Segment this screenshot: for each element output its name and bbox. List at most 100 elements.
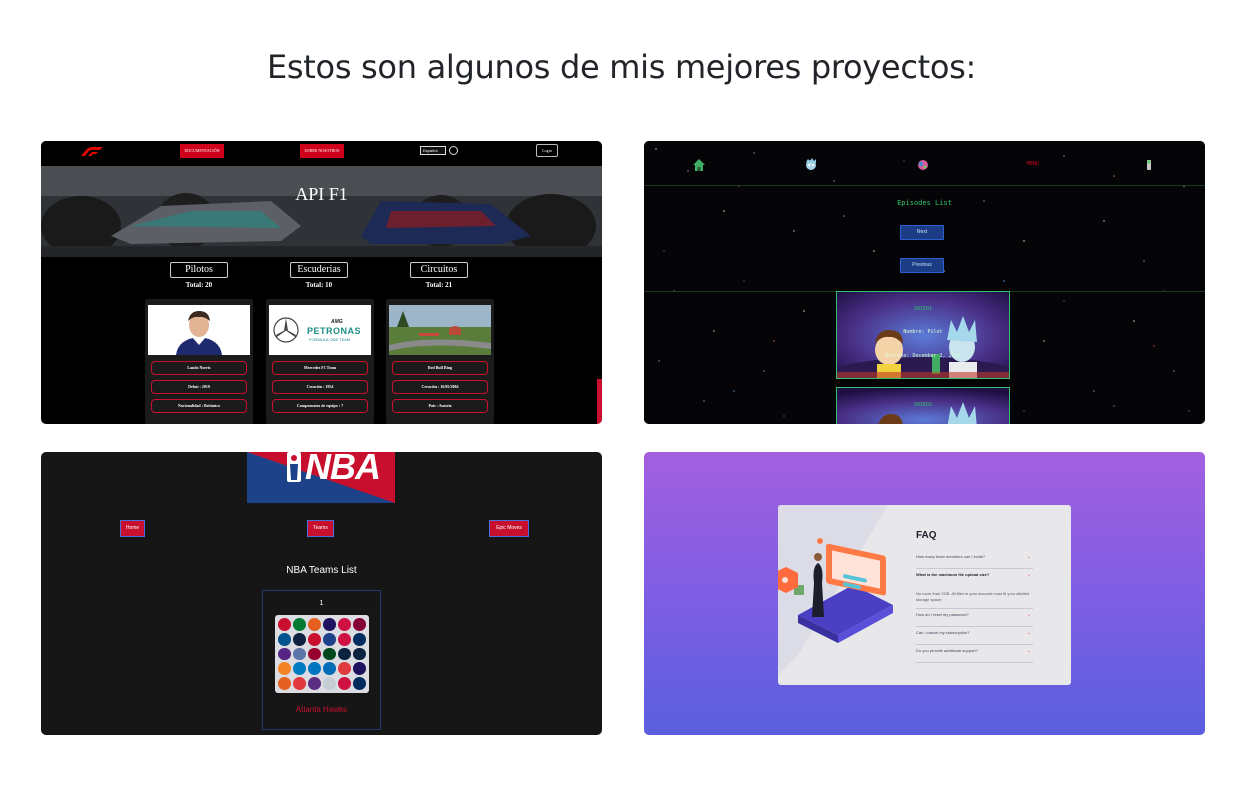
team-logo-icon [293, 662, 306, 676]
tab-pilotos[interactable]: Pilotos [170, 262, 228, 278]
team-logo-icon [323, 662, 336, 676]
chevron-down-icon: ⌄ [1026, 554, 1031, 560]
team-logo-icon [278, 632, 291, 646]
team-logo-icon [278, 647, 291, 661]
team-logo-icon [323, 677, 336, 690]
rick-face-icon[interactable] [804, 158, 818, 172]
planet-icon[interactable] [916, 158, 930, 172]
f1-logo-icon [81, 147, 103, 156]
project-card-f1[interactable]: DOCUMENTACIÓN SOBRE NOSOTROS Español Log… [41, 141, 602, 424]
team-logo-icon [293, 618, 306, 631]
f1-hero-image [41, 166, 602, 257]
faq-item-expanded[interactable]: What is the maximum file upload size? ⌄ [916, 569, 1033, 587]
mercedes-logo-text: PETRONAS [307, 326, 362, 336]
team-creation: Creación : 1954 [272, 380, 368, 394]
team-logo-icon [353, 632, 366, 646]
project-card-nba[interactable]: NBA Home Teams Epic Moves NBA Teams List… [41, 452, 602, 735]
faq-question: What is the maximum file upload size? [916, 572, 990, 577]
nba-logo: NBA [247, 452, 395, 503]
team-logo-icon [323, 647, 336, 661]
f1-hero-title: API F1 [295, 184, 348, 204]
driver-card[interactable]: Lando Norris Debut : 2019 Nacionalidad :… [145, 299, 253, 424]
faq-item[interactable]: How many team members can I invite? ⌄ [916, 551, 1033, 569]
circuit-creation: Creación : 16/05/2004 [392, 380, 488, 394]
chevron-down-icon: ⌄ [1026, 630, 1031, 636]
starfield-background [644, 141, 1205, 424]
tab-circuitos[interactable]: Circuitos [410, 262, 468, 278]
team-card[interactable]: 1 Atlanta Hawks [262, 590, 381, 730]
f1-navbar: DOCUMENTACIÓN SOBRE NOSOTROS Español Log… [41, 141, 602, 166]
faq-item[interactable]: Do you provide additional support? ⌄ [916, 645, 1033, 663]
f1-cars-illustration [41, 166, 602, 257]
team-logo-icon [308, 618, 321, 631]
menu-link[interactable]: MENU [1027, 161, 1039, 167]
tab-escuderias[interactable]: Escuderías [290, 262, 348, 278]
team-logo-icon [323, 618, 336, 631]
total-escuderias: Total: 10 [305, 281, 333, 289]
total-pilotos: Total: 20 [185, 281, 213, 289]
episode-card[interactable]: S01E01 Nombre: Pilot Estreno: December 2… [836, 291, 1010, 379]
circuit-card[interactable]: Red Bull Ring Creación : 16/05/2004 País… [386, 299, 494, 424]
faq-question: Do you provide additional support? [916, 648, 978, 653]
team-logo-icon [293, 677, 306, 690]
faq-item[interactable]: Can I cancel my subscription? ⌄ [916, 627, 1033, 645]
team-logo-icon [308, 632, 321, 646]
team-logo-icon [308, 647, 321, 661]
theme-toggle-icon[interactable] [449, 146, 458, 155]
faq-item[interactable]: How do I reset my password? ⌄ [916, 609, 1033, 627]
nav-teams-button[interactable]: Teams [307, 520, 334, 537]
faq-heading: FAQ [916, 530, 937, 541]
team-logo-icon [323, 632, 336, 646]
circuit-photo [389, 305, 491, 355]
nav-epic-moves-button[interactable]: Epic Moves [489, 520, 529, 537]
faq-question: How many team members can I invite? [916, 554, 986, 559]
nav-home-button[interactable]: Home [120, 520, 145, 537]
previous-button[interactable]: Previous [900, 258, 944, 273]
language-value: Español [423, 148, 438, 153]
driver-nationality: Nacionalidad : Británico [151, 399, 247, 413]
login-button[interactable]: Login [536, 144, 558, 157]
team-name: Mercedes F1 Team [272, 361, 368, 375]
episode-name: Nombre: Pilot [903, 329, 943, 335]
team-logo-icon [338, 677, 351, 690]
chevron-down-icon: ⌄ [1026, 572, 1031, 578]
home-icon[interactable] [692, 158, 706, 172]
next-button[interactable]: Next [900, 225, 944, 240]
team-card-number: 1 [319, 600, 324, 607]
page-heading: Estos son algunos de mis mejores proyect… [267, 48, 976, 86]
team-logo-icon [338, 647, 351, 661]
episode-code: S01E02 [913, 402, 933, 408]
nba-teams-title: NBA Teams List [286, 565, 357, 576]
documentation-button[interactable]: DOCUMENTACIÓN [180, 144, 224, 158]
driver-debut: Debut : 2019 [151, 380, 247, 394]
project-card-faq[interactable]: FAQ How many team members can I invite? … [644, 452, 1205, 735]
team-championships: Campeonatos de equipo : 7 [272, 399, 368, 413]
team-logo-icon [353, 677, 366, 690]
circuit-country: País : Austria [392, 399, 488, 413]
project-card-rick-morty[interactable]: MENU Episodes List Next Previous S01E01 [644, 141, 1205, 424]
mercedes-logo-top: AMG [331, 319, 343, 325]
language-select[interactable]: Español [420, 146, 446, 155]
episode-date: Estreno: December 2, 2013 [885, 353, 961, 359]
faq-question: Can I cancel my subscription? [916, 630, 970, 635]
team-name[interactable]: Atlanta Hawks [263, 705, 380, 714]
team-logo-icon [293, 632, 306, 646]
team-logo-icon [338, 618, 351, 631]
circuit-name: Red Bull Ring [392, 361, 488, 375]
faq-question: How do I reset my password? [916, 612, 969, 617]
mercedes-logo-sub: FORMULA ONE TEAM [309, 337, 351, 342]
mercedes-logo-image: AMG PETRONAS FORMULA ONE TEAM [269, 305, 371, 355]
nba-logo-text: NBA [305, 452, 381, 487]
team-logo-icon [338, 662, 351, 676]
team-logo-icon [308, 662, 321, 676]
episode-card[interactable]: S01E02 [836, 387, 1010, 424]
team-card[interactable]: AMG PETRONAS FORMULA ONE TEAM Mercedes F… [266, 299, 374, 424]
driver-photo [148, 305, 250, 355]
team-logo-icon [353, 647, 366, 661]
about-button[interactable]: SOBRE NOSOTROS [300, 144, 344, 158]
team-logo-icon [278, 677, 291, 690]
nav-divider [644, 185, 1205, 186]
portal-gun-icon[interactable] [1142, 158, 1156, 172]
chevron-down-icon: ⌄ [1026, 612, 1031, 618]
episode-code: S01E01 [913, 306, 933, 312]
